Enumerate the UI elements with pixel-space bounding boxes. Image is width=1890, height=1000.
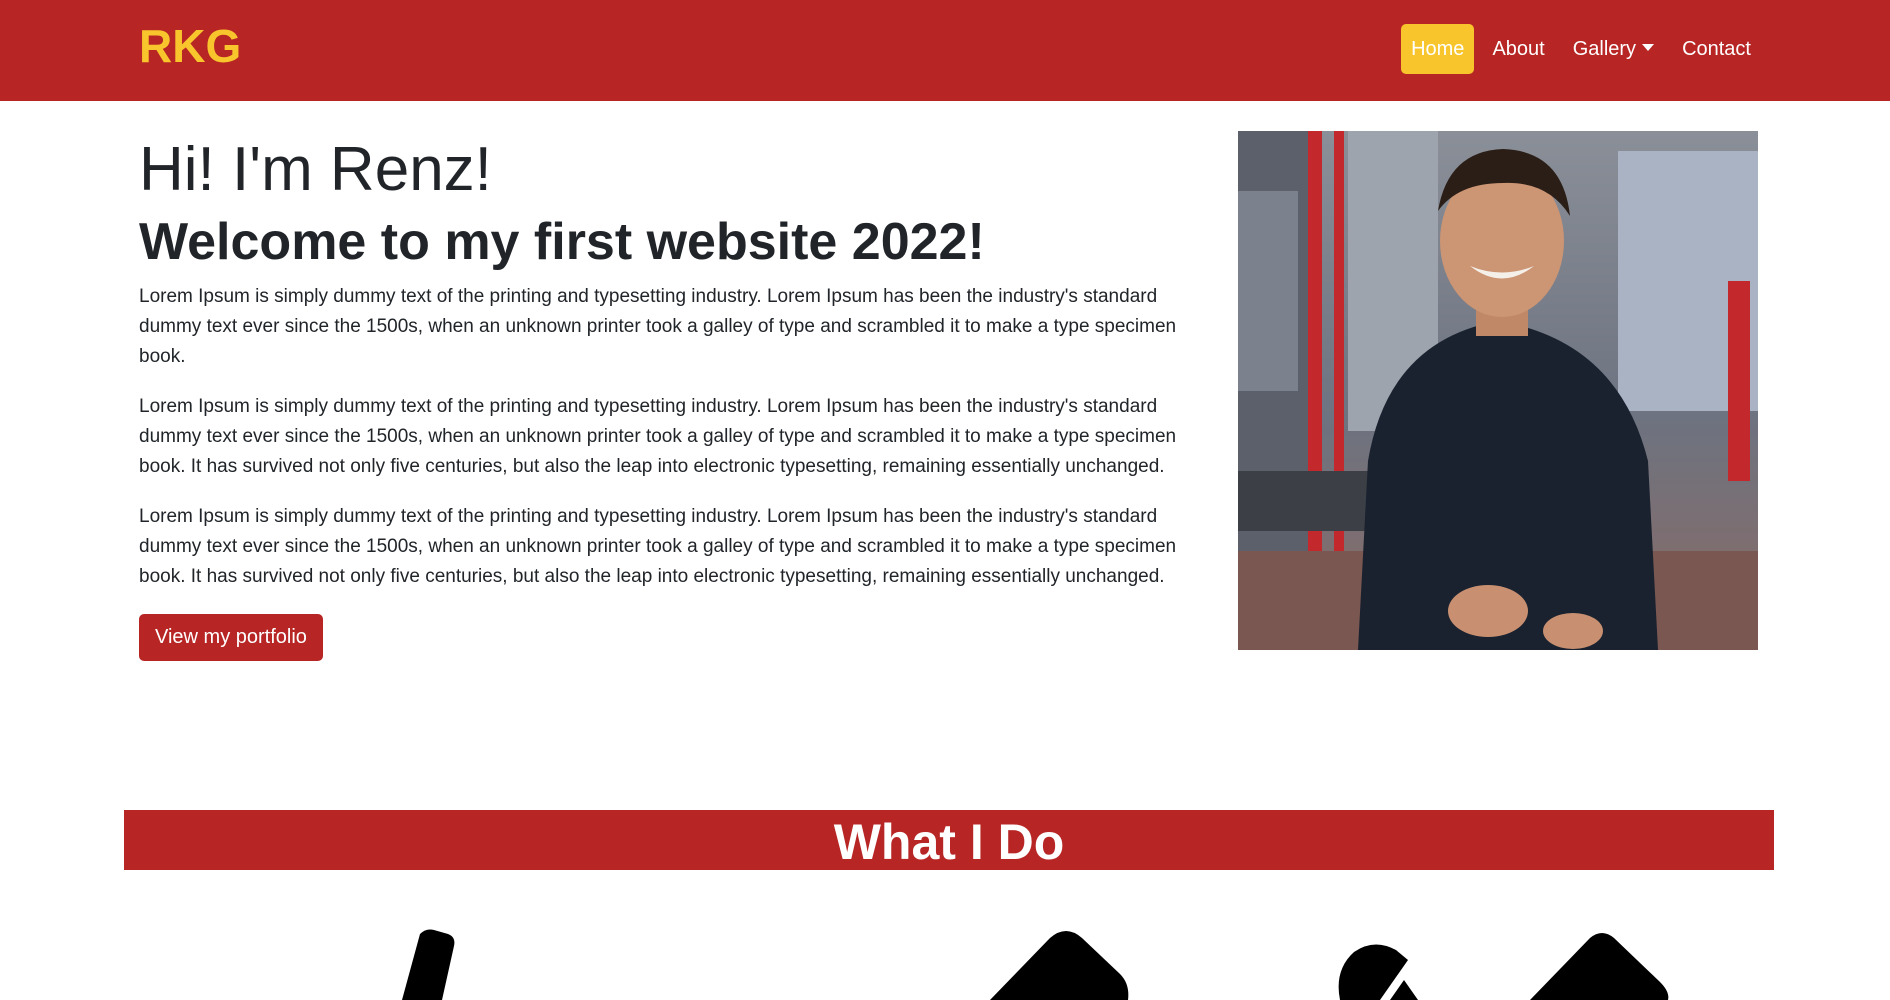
hero-paragraph-1: Lorem Ipsum is simply dummy text of the … [139, 286, 1177, 367]
nav-menu: Home About Gallery Contact [1401, 24, 1761, 74]
brand-logo[interactable]: RKG [139, 18, 241, 74]
hero-section: Hi! I'm Renz! Welcome to my first websit… [139, 130, 1199, 661]
profile-photo [1238, 131, 1758, 650]
nav-home[interactable]: Home [1401, 24, 1475, 74]
pen-icon [402, 929, 455, 1000]
eraser-icon [990, 931, 1129, 1000]
hero-greeting: Hi! I'm Renz! [139, 135, 492, 204]
what-i-do-banner: What I Do [124, 810, 1774, 870]
edit-icon [1338, 933, 1669, 1000]
nav-gallery-dropdown[interactable]: Gallery [1563, 24, 1664, 74]
nav-about[interactable]: About [1482, 24, 1554, 74]
what-i-do-title: What I Do [833, 814, 1065, 870]
caret-down-icon [1642, 43, 1655, 51]
hero-paragraph-2: Lorem Ipsum is simply dummy text of the … [139, 396, 1177, 477]
nav-gallery-label: Gallery [1572, 37, 1637, 60]
view-portfolio-button[interactable]: View my portfolio [139, 614, 323, 661]
navbar: RKG Home About Gallery Contact [0, 0, 1890, 101]
nav-contact[interactable]: Contact [1672, 24, 1761, 74]
hero-paragraph-3: Lorem Ipsum is simply dummy text of the … [139, 506, 1177, 587]
profile-photo-image [1238, 131, 1758, 650]
hero-welcome-heading: Welcome to my first website 2022! [139, 213, 985, 271]
